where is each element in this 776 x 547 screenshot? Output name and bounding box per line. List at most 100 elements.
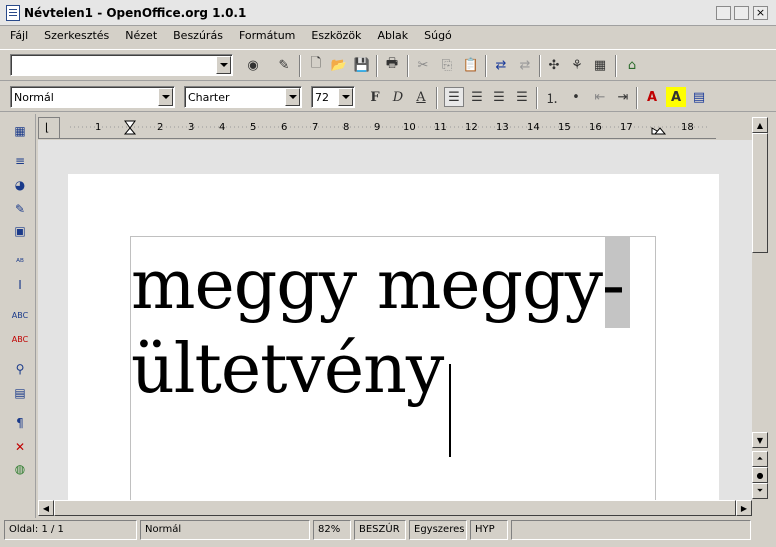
data-sources-icon[interactable]: ▦ xyxy=(590,55,610,75)
scroll-left-button[interactable]: ◀ xyxy=(38,500,54,516)
status-hyphenation[interactable]: HYP xyxy=(470,520,508,540)
menu-format[interactable]: Formátum xyxy=(239,27,295,47)
maximize-button[interactable] xyxy=(734,6,749,20)
paste-icon[interactable]: 📋 xyxy=(461,55,481,75)
menu-edit[interactable]: Szerkesztés xyxy=(44,27,109,47)
document-area[interactable]: meggy meggy- ültetvény xyxy=(38,140,752,500)
ruler-tick: 17 xyxy=(620,122,633,133)
paragraph-background-icon[interactable]: ▤ xyxy=(689,87,709,107)
horizontal-scroll-thumb[interactable] xyxy=(54,500,736,516)
underline-icon[interactable]: A xyxy=(411,87,431,107)
online-layout-icon[interactable]: ◍ xyxy=(10,460,30,478)
ruler-tick: 3 xyxy=(188,122,195,133)
text-cursor-icon[interactable]: I xyxy=(10,276,30,294)
arrow-right-icon: ▶ xyxy=(740,503,748,513)
ruler-tick: 10 xyxy=(403,122,416,133)
numbering-icon[interactable]: ⒈ xyxy=(542,87,562,107)
navigator-icon[interactable]: ✣ xyxy=(544,55,564,75)
paragraph-style-dropdown[interactable] xyxy=(158,88,173,106)
tab-stop-selector[interactable]: ⌊ xyxy=(38,117,60,139)
url-dropdown-button[interactable] xyxy=(216,56,231,74)
decrease-indent-icon[interactable]: ⇤ xyxy=(590,87,610,107)
spellcheck-icon[interactable]: ABC xyxy=(10,306,30,324)
edit-file-icon[interactable]: ✎ xyxy=(274,55,294,75)
ruler-tick: 6 xyxy=(281,122,288,133)
cut-icon[interactable]: ✂ xyxy=(413,55,433,75)
copy-icon[interactable]: ⎘ xyxy=(437,55,457,75)
scroll-up-button[interactable]: ▲ xyxy=(752,117,768,133)
status-page[interactable]: Oldal: 1 / 1 xyxy=(4,520,137,540)
menu-insert[interactable]: Beszúrás xyxy=(173,27,223,47)
separator xyxy=(436,87,438,109)
title-bar: Névtelen1 - OpenOffice.org 1.0.1 × xyxy=(0,0,776,26)
url-combo[interactable] xyxy=(10,54,233,76)
window-title: Névtelen1 - OpenOffice.org 1.0.1 xyxy=(24,6,247,20)
text-line-2[interactable]: ültetvény xyxy=(131,330,444,410)
insert-table-icon[interactable]: ▦ xyxy=(10,122,30,140)
font-name-dropdown[interactable] xyxy=(285,88,300,106)
stop-loading-icon[interactable]: ◉ xyxy=(243,55,263,75)
menu-file[interactable]: Fájl xyxy=(10,27,28,47)
previous-page-button[interactable]: ⏶ xyxy=(752,451,768,467)
formatting-toolbar: Normál Charter 72 F D A ☰ ☰ ☰ ☰ ⒈ • ⇤ ⇥ … xyxy=(0,82,776,112)
font-size-combo[interactable]: 72 xyxy=(311,86,355,108)
align-left-icon[interactable]: ☰ xyxy=(444,87,464,107)
menu-help[interactable]: Súgó xyxy=(424,27,452,47)
print-icon[interactable]: 🖶 xyxy=(382,55,402,75)
show-draw-functions-icon[interactable]: ✎ xyxy=(10,200,30,218)
insert-fields-icon[interactable]: ≡ xyxy=(10,152,30,170)
close-button[interactable]: × xyxy=(753,6,768,20)
form-functions-icon[interactable]: ▣ xyxy=(10,222,30,240)
navigation-button[interactable]: ● xyxy=(752,467,768,483)
redo-icon[interactable]: ⇄ xyxy=(515,55,535,75)
ruler-tick: 16 xyxy=(589,122,602,133)
find-replace-icon[interactable]: ⚲ xyxy=(10,360,30,378)
justify-icon[interactable]: ☰ xyxy=(512,87,532,107)
open-folder-icon[interactable]: 📂 xyxy=(329,55,349,75)
status-extra xyxy=(511,520,751,540)
bold-icon[interactable]: F xyxy=(365,87,385,107)
font-size-value: 72 xyxy=(315,91,329,104)
bullets-icon[interactable]: • xyxy=(566,87,586,107)
horizontal-scrollbar[interactable]: ◀ ▶ xyxy=(38,500,752,516)
align-center-icon[interactable]: ☰ xyxy=(467,87,487,107)
text-line-1[interactable]: meggy meggy- xyxy=(131,246,625,326)
menu-tools[interactable]: Eszközök xyxy=(311,27,361,47)
font-color-icon[interactable]: A xyxy=(642,87,662,107)
stylist-icon[interactable]: ⚘ xyxy=(567,55,587,75)
insert-objects-icon[interactable]: ◕ xyxy=(10,176,30,194)
data-source-icon[interactable]: ▤ xyxy=(10,384,30,402)
autospellcheck-icon[interactable]: ABC xyxy=(10,330,30,348)
minimize-button[interactable] xyxy=(716,6,731,20)
ruler-tick: 11 xyxy=(434,122,447,133)
scroll-right-button[interactable]: ▶ xyxy=(736,500,752,516)
new-document-icon[interactable]: 🗋 xyxy=(306,55,326,75)
status-page-style[interactable]: Normál xyxy=(140,520,310,540)
menu-view[interactable]: Nézet xyxy=(125,27,157,47)
nonprinting-characters-icon[interactable]: ¶ xyxy=(10,414,30,432)
horizontal-ruler[interactable]: 1 2 3 4 5 6 7 8 9 10 11 12 13 14 15 16 1… xyxy=(60,117,716,139)
edit-autotext-icon[interactable]: ᴬᴮ xyxy=(10,254,30,272)
page[interactable]: meggy meggy- ültetvény xyxy=(68,174,719,500)
status-insert-mode[interactable]: BESZÚR xyxy=(354,520,406,540)
status-zoom[interactable]: 82% xyxy=(313,520,351,540)
status-selection-mode[interactable]: Egyszeres xyxy=(409,520,467,540)
paragraph-style-combo[interactable]: Normál xyxy=(10,86,175,108)
font-size-dropdown[interactable] xyxy=(338,88,353,106)
main-toolbar: ▦ ≡ ◕ ✎ ▣ ᴬᴮ I ABC ABC ⚲ ▤ ¶ ✕ ◍ xyxy=(0,114,36,518)
save-icon[interactable]: 💾 xyxy=(352,55,372,75)
italic-icon[interactable]: D xyxy=(388,87,408,107)
menu-window[interactable]: Ablak xyxy=(377,27,408,47)
graphics-off-icon[interactable]: ✕ xyxy=(10,438,30,456)
increase-indent-icon[interactable]: ⇥ xyxy=(613,87,633,107)
undo-icon[interactable]: ⇄ xyxy=(491,55,511,75)
font-name-combo[interactable]: Charter xyxy=(184,86,302,108)
highlight-icon[interactable]: A xyxy=(666,87,686,107)
vertical-scrollbar[interactable]: ▲ ▼ ⏶ ● ⏷ xyxy=(752,117,768,500)
align-right-icon[interactable]: ☰ xyxy=(489,87,509,107)
scroll-down-button[interactable]: ▼ xyxy=(752,432,768,448)
vertical-scroll-thumb[interactable] xyxy=(752,133,768,253)
gallery-icon[interactable]: ⌂ xyxy=(622,55,642,75)
next-page-button[interactable]: ⏷ xyxy=(752,483,768,499)
text-cursor xyxy=(449,364,451,457)
